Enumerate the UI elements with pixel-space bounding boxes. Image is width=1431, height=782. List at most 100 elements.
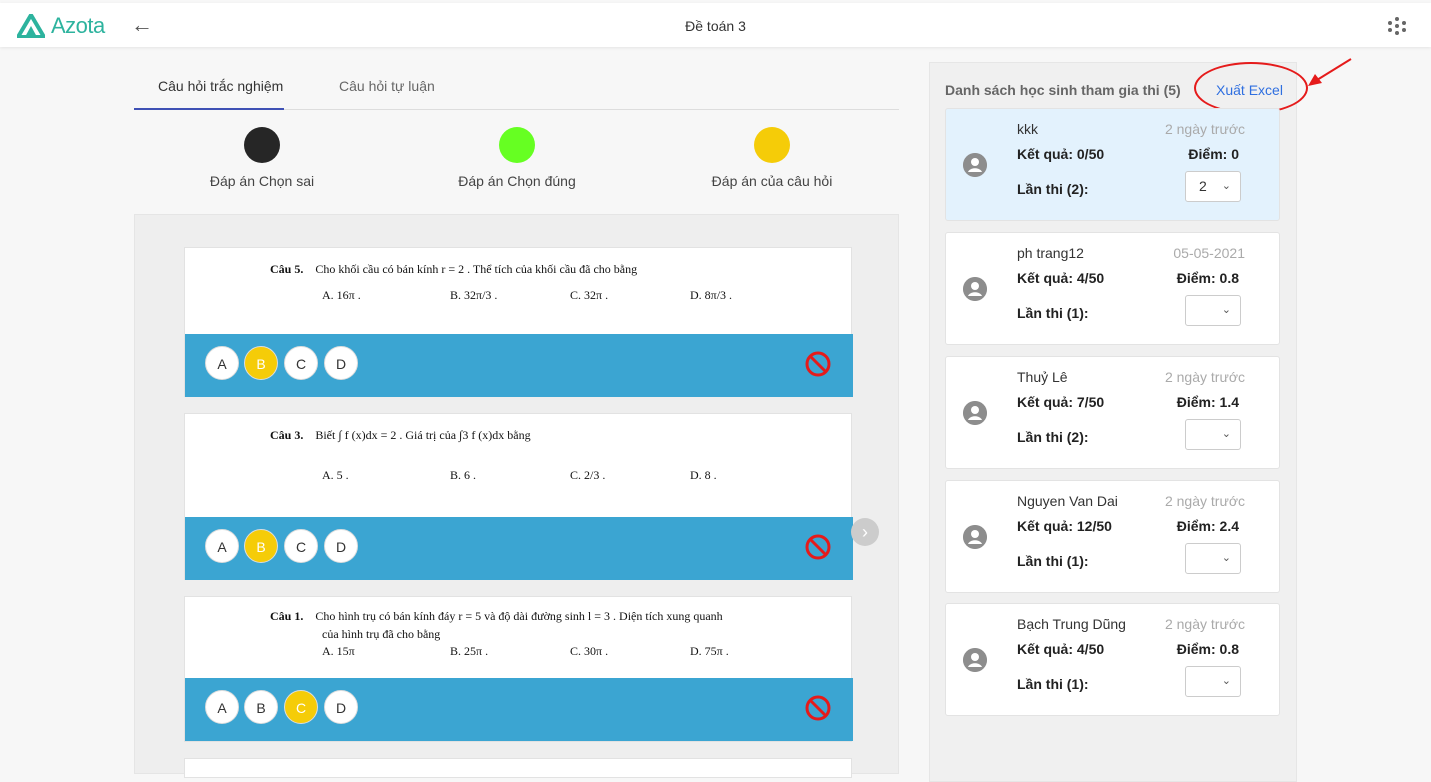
option-b: B. 25π . xyxy=(450,644,489,658)
student-date: 2 ngày trước xyxy=(1164,121,1245,137)
active-tab-indicator xyxy=(134,108,284,110)
student-result: Kết quả: 7/50 xyxy=(1017,394,1105,410)
answer-d-button[interactable]: D xyxy=(324,529,358,563)
student-name: Nguyen Van Dai xyxy=(1017,493,1118,509)
option-d: D. 8π/3 . xyxy=(690,288,733,302)
question-text-continued: của hình trụ đã cho bằng xyxy=(322,627,441,641)
question-text: Câu 5. Cho khối cầu có bán kính r = 2 . … xyxy=(270,262,637,277)
option-a: A. 5 . xyxy=(322,468,349,482)
option-c: C. 30π . xyxy=(570,644,609,658)
green-dot-icon xyxy=(499,127,535,163)
option-b: B. 32π/3 . xyxy=(450,288,498,302)
student-result: Kết quả: 0/50 xyxy=(1017,146,1105,162)
student-card[interactable]: Thuỷ Lê 2 ngày trước Kết quả: 7/50 Điểm:… xyxy=(945,356,1280,469)
legend-correct: Đáp án Chọn đúng xyxy=(417,127,617,189)
answer-c-button[interactable]: C xyxy=(284,690,318,724)
chevron-down-icon: ⌄ xyxy=(1221,675,1231,687)
student-date: 05-05-2021 xyxy=(1173,245,1245,261)
question-card: Câu 3. Biết ∫ f (x)dx = 2 . Giá trị của … xyxy=(184,413,853,580)
student-list-title: Danh sách học sinh tham gia thi (5) xyxy=(945,82,1181,98)
next-arrow-icon[interactable]: › xyxy=(851,518,879,546)
user-avatar-icon xyxy=(963,525,987,549)
chevron-down-icon: ⌄ xyxy=(1221,304,1231,316)
tab-multiple-choice[interactable]: Câu hỏi trắc nghiệm xyxy=(158,78,283,94)
student-attempts: Lần thi (1): xyxy=(1017,553,1089,569)
question-card: Câu 1. Cho hình trụ có bán kính đáy r = … xyxy=(184,596,853,742)
attempt-select[interactable]: ⌄ xyxy=(1185,295,1241,326)
question-number: Câu 3. xyxy=(270,428,304,442)
student-attempts: Lần thi (2): xyxy=(1017,429,1089,445)
question-body: Cho hình trụ có bán kính đáy r = 5 và độ… xyxy=(315,609,723,623)
answer-a-button[interactable]: A xyxy=(205,690,239,724)
student-card[interactable]: ph trang12 05-05-2021 Kết quả: 4/50 Điểm… xyxy=(945,232,1280,345)
chevron-down-icon: ⌄ xyxy=(1221,428,1231,440)
question-card: Câu 5. Cho khối cầu có bán kính r = 2 . … xyxy=(184,247,853,397)
answer-bar: A B C D xyxy=(185,334,853,397)
no-answer-icon[interactable] xyxy=(805,534,831,560)
answer-d-button[interactable]: D xyxy=(324,690,358,724)
page-title: Đề toán 3 xyxy=(685,18,746,34)
answer-c-button[interactable]: C xyxy=(284,346,318,380)
answer-a-button[interactable]: A xyxy=(205,346,239,380)
tab-essay[interactable]: Câu hỏi tự luận xyxy=(339,78,435,94)
option-d: D. 8 . xyxy=(690,468,717,482)
chevron-down-icon: ⌄ xyxy=(1221,552,1231,564)
student-score: Điểm: 2.4 xyxy=(1176,518,1239,534)
user-avatar-icon xyxy=(963,277,987,301)
student-name: Bạch Trung Dũng xyxy=(1017,616,1126,632)
option-a: A. 15π xyxy=(322,644,355,658)
highlight-ellipse xyxy=(1194,62,1308,114)
attempt-select[interactable]: 2 ⌄ xyxy=(1185,171,1241,202)
user-avatar-icon xyxy=(963,401,987,425)
student-card[interactable]: Bạch Trung Dũng 2 ngày trước Kết quả: 4/… xyxy=(945,603,1280,716)
apps-grid-icon[interactable] xyxy=(1388,17,1406,35)
student-card[interactable]: kkk 2 ngày trước Kết quả: 0/50 Điểm: 0 L… xyxy=(945,108,1280,221)
option-d: D. 75π . xyxy=(690,644,729,658)
option-a: A. 16π . xyxy=(322,288,361,302)
top-bar: Azota ← Đề toán 3 xyxy=(0,3,1431,47)
student-name: ph trang12 xyxy=(1017,245,1084,261)
question-number: Câu 1. xyxy=(270,609,304,623)
student-date: 2 ngày trước xyxy=(1164,616,1245,632)
legend-answer-label: Đáp án của câu hỏi xyxy=(711,173,833,189)
student-date: 2 ngày trước xyxy=(1164,493,1245,509)
answer-b-button[interactable]: B xyxy=(244,690,278,724)
question-text: Câu 1. Cho hình trụ có bán kính đáy r = … xyxy=(270,609,723,624)
student-attempts: Lần thi (2): xyxy=(1017,181,1089,197)
attempt-select[interactable]: ⌄ xyxy=(1185,666,1241,697)
user-avatar-icon xyxy=(963,153,987,177)
student-score: Điểm: 0.8 xyxy=(1176,270,1239,286)
legend-answer: Đáp án của câu hỏi xyxy=(672,127,872,189)
answer-bar: A B C D xyxy=(185,678,853,741)
answer-a-button[interactable]: A xyxy=(205,529,239,563)
student-score: Điểm: 1.4 xyxy=(1176,394,1239,410)
answer-c-button[interactable]: C xyxy=(284,529,318,563)
student-result: Kết quả: 4/50 xyxy=(1017,641,1105,657)
student-attempts: Lần thi (1): xyxy=(1017,676,1089,692)
question-body: Cho khối cầu có bán kính r = 2 . Thể tíc… xyxy=(315,262,638,276)
legend-wrong-label: Đáp án Chọn sai xyxy=(209,173,315,189)
student-result: Kết quả: 12/50 xyxy=(1017,518,1112,534)
option-c: C. 2/3 . xyxy=(570,468,606,482)
student-attempts: Lần thi (1): xyxy=(1017,305,1089,321)
student-card[interactable]: Nguyen Van Dai 2 ngày trước Kết quả: 12/… xyxy=(945,480,1280,593)
student-name: kkk xyxy=(1017,121,1038,137)
answer-b-button[interactable]: B xyxy=(244,529,278,563)
red-arrow-icon xyxy=(1308,58,1352,86)
answer-d-button[interactable]: D xyxy=(324,346,358,380)
chevron-down-icon: ⌄ xyxy=(1221,180,1231,192)
answer-b-button[interactable]: B xyxy=(244,346,278,380)
no-answer-icon[interactable] xyxy=(805,695,831,721)
option-c: C. 32π . xyxy=(570,288,609,302)
user-avatar-icon xyxy=(963,648,987,672)
legend-correct-label: Đáp án Chọn đúng xyxy=(458,173,576,189)
question-tabs: Câu hỏi trắc nghiệm Câu hỏi tự luận xyxy=(134,62,899,110)
attempt-select[interactable]: ⌄ xyxy=(1185,419,1241,450)
student-date: 2 ngày trước xyxy=(1164,369,1245,385)
attempt-select[interactable]: ⌄ xyxy=(1185,543,1241,574)
question-card xyxy=(184,758,852,778)
option-b: B. 6 . xyxy=(450,468,477,482)
question-text: Câu 3. Biết ∫ f (x)dx = 2 . Giá trị của … xyxy=(270,428,531,443)
no-answer-icon[interactable] xyxy=(805,351,831,377)
answer-bar: A B C D xyxy=(185,517,853,580)
